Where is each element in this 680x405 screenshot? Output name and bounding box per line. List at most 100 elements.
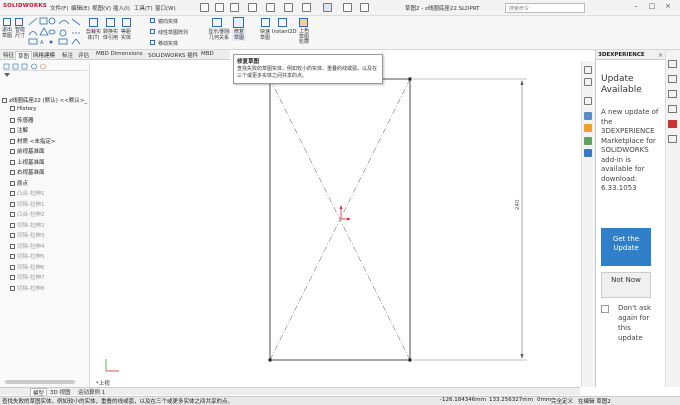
dont-ask-checkbox[interactable]	[601, 305, 609, 313]
search-input[interactable]: 搜索命令	[505, 3, 585, 13]
tree-item-top-plane[interactable]: 上视基准面	[10, 158, 45, 166]
save-icon[interactable]	[248, 3, 257, 12]
tab-sketch[interactable]: 草图	[15, 51, 33, 60]
tab-mbd-dimensions[interactable]: MBD Dimensions	[94, 51, 145, 57]
linear-pattern-button[interactable]: 线性草图阵列	[158, 29, 188, 36]
rapid-sketch-icon[interactable]	[261, 18, 270, 27]
tree-item-feature[interactable]: 切除-拉伸2	[10, 221, 44, 229]
convert-entities-icon[interactable]	[106, 18, 115, 27]
tree-item-front-plane[interactable]: 前视基准面	[10, 147, 45, 155]
home-icon[interactable]	[200, 3, 209, 12]
open-folder-icon[interactable]	[230, 3, 239, 12]
not-now-button[interactable]: Not Now	[601, 272, 651, 298]
exit-sketch-icon[interactable]	[3, 18, 11, 26]
mirror-entities-button[interactable]: 镜向实体	[158, 18, 178, 25]
dimension-value[interactable]: 240	[515, 200, 521, 211]
convert-entities-button[interactable]: 转换实 体引用	[101, 29, 120, 41]
tree-item-right-plane[interactable]: 右视基准面	[10, 168, 45, 176]
mirror-icon[interactable]	[150, 18, 155, 23]
tree-item-feature[interactable]: 切除-拉伸8	[10, 284, 44, 292]
shaded-sketch-button[interactable]: 上色 草图 轮廓	[297, 28, 311, 46]
move-entities-button[interactable]: 移动实体	[158, 40, 178, 47]
view-orientation-icon[interactable]	[584, 112, 592, 120]
tab-3d-views[interactable]: 3D 视图	[48, 388, 72, 396]
options-gear-icon[interactable]	[360, 3, 369, 12]
custom-properties-icon[interactable]	[668, 135, 677, 143]
dont-ask-label[interactable]: Don't ask again for this update	[618, 303, 656, 343]
tree-item-history[interactable]: History	[10, 106, 37, 112]
repair-sketch-icon[interactable]	[233, 17, 244, 28]
sketch-entity-tools[interactable]: A	[28, 17, 56, 47]
tree-item-feature[interactable]: 凸台-拉伸1	[10, 189, 44, 197]
smart-dimension-icon[interactable]	[15, 18, 23, 26]
tab-mbd[interactable]: MBD	[199, 51, 216, 57]
select-arrow-icon[interactable]	[323, 3, 332, 12]
move-entities-icon[interactable]	[150, 40, 155, 45]
menu-insert[interactable]: 插入(I)	[113, 4, 130, 12]
tree-scrollbar[interactable]	[5, 380, 75, 384]
sketch-entity-tools-2[interactable]	[58, 17, 84, 47]
exit-sketch-button[interactable]: 退出 草图	[0, 27, 14, 39]
tab-evaluate[interactable]: 评估	[76, 51, 91, 59]
undo-icon[interactable]	[284, 3, 293, 12]
design-library-icon[interactable]	[668, 75, 677, 83]
repair-sketch-button[interactable]: 修复 草图	[232, 29, 246, 41]
maximize-icon[interactable]: □	[646, 2, 658, 13]
shaded-sketch-icon[interactable]	[299, 18, 308, 27]
close-icon[interactable]: ×	[662, 2, 674, 13]
print-icon[interactable]	[266, 3, 275, 12]
menu-tools[interactable]: 工具(T)	[134, 4, 153, 12]
instant2d-icon[interactable]	[278, 18, 287, 27]
tab-features[interactable]: 特征	[1, 51, 16, 59]
tree-item-feature[interactable]: 切除-拉伸3	[10, 231, 44, 239]
tree-item-feature[interactable]: 切除-拉伸5	[10, 252, 44, 260]
tree-item-material[interactable]: 材质 <未指定>	[10, 137, 55, 145]
view-palette-icon[interactable]	[668, 105, 677, 113]
file-explorer-icon[interactable]	[668, 90, 677, 98]
tab-mesh-modeling[interactable]: 网格建模	[31, 51, 57, 59]
display-relations-button[interactable]: 显示/删除 几何关系	[205, 29, 233, 41]
tree-item-root[interactable]: z线圈底座22 (默认) <<默认>_	[2, 96, 87, 104]
appearances-icon[interactable]	[668, 120, 677, 128]
rapid-sketch-button[interactable]: 快速 草图	[258, 29, 272, 41]
rebuild-icon[interactable]	[343, 3, 352, 12]
smart-dimension-button[interactable]: 智能 尺寸	[13, 27, 27, 39]
offset-entities-icon[interactable]	[122, 18, 131, 27]
filter-icon[interactable]	[3, 72, 87, 78]
tree-item-sensors[interactable]: 传感器	[10, 116, 34, 124]
panel-close-icon[interactable]: ×	[658, 52, 663, 59]
tree-item-feature[interactable]: 凸台-拉伸2	[10, 210, 44, 218]
new-document-icon[interactable]	[215, 3, 224, 12]
menu-window[interactable]: 窗口(W)	[155, 4, 176, 12]
section-view-icon[interactable]	[584, 97, 592, 105]
relations-icon[interactable]	[212, 18, 222, 27]
tree-item-feature[interactable]: 切除-拉伸7	[10, 273, 44, 281]
linear-pattern-icon[interactable]	[150, 29, 155, 34]
tab-markup[interactable]: 标注	[60, 51, 75, 59]
sketch-drawing[interactable]	[91, 61, 581, 387]
graphics-area[interactable]	[91, 61, 581, 387]
display-style-icon[interactable]	[584, 124, 592, 132]
tree-item-annotations[interactable]: 注解	[10, 126, 28, 134]
menu-view[interactable]: 视图(V)	[92, 4, 111, 12]
tree-item-feature[interactable]: 切除-拉伸4	[10, 242, 44, 250]
trim-icon[interactable]	[89, 18, 98, 27]
redo-icon[interactable]	[302, 3, 311, 12]
menu-file[interactable]: 文件(F)	[50, 4, 68, 12]
appearance-icon[interactable]	[584, 137, 592, 145]
tree-item-feature[interactable]: 切除-拉伸6	[10, 263, 44, 271]
minimize-icon[interactable]: –	[630, 2, 642, 13]
tree-item-feature[interactable]: 切除-拉伸1	[10, 200, 44, 208]
zoom-fit-icon[interactable]	[584, 66, 592, 74]
menu-edit[interactable]: 编辑(E)	[71, 4, 90, 12]
extrude-icon	[10, 191, 15, 196]
offset-entities-button[interactable]: 等距 实体	[119, 29, 133, 41]
scene-icon[interactable]	[584, 149, 592, 157]
get-update-button[interactable]: Get the Update	[601, 228, 651, 266]
tab-solidworks-addins[interactable]: SOLIDWORKS 插件	[146, 51, 200, 59]
tab-motion-study[interactable]: 运动算例 1	[76, 388, 107, 396]
resources-icon[interactable]	[668, 60, 677, 68]
instant2d-button[interactable]: Instant2D	[272, 29, 296, 35]
tree-item-origin[interactable]: 原点	[10, 179, 28, 187]
zoom-area-icon[interactable]	[584, 78, 592, 86]
